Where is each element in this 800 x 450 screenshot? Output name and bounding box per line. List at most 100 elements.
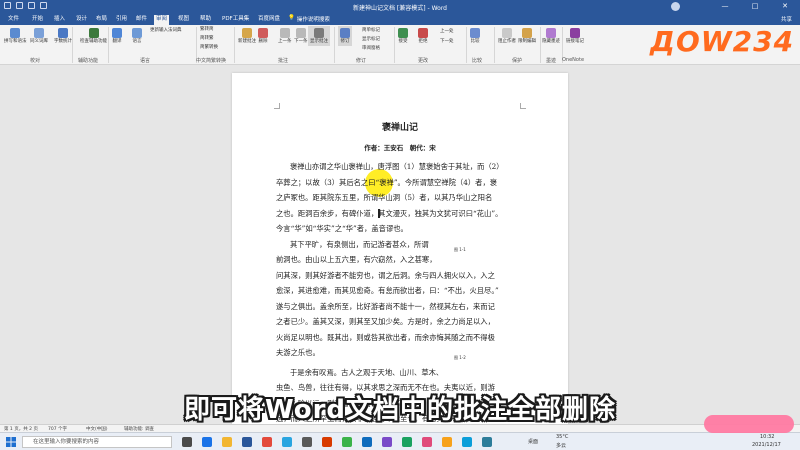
translate-label: 翻译 bbox=[112, 39, 122, 44]
tab-insert[interactable]: 插入 bbox=[52, 15, 67, 25]
ribbon-separator bbox=[466, 27, 467, 63]
language-button[interactable]: 语言 bbox=[132, 28, 142, 44]
tab-pdf-tools[interactable]: PDF工具集 bbox=[220, 15, 251, 25]
tell-me-search[interactable]: 💡 操作说明搜索 bbox=[288, 15, 330, 23]
tab-references[interactable]: 引用 bbox=[114, 15, 129, 25]
app-icon[interactable] bbox=[462, 437, 472, 447]
next-change-button[interactable]: 下一处 bbox=[440, 39, 454, 44]
text-line: 褒禅山亦谓之华山褒禅山，唐浮图（1）慧褒始舍于其址，而（2） bbox=[290, 162, 504, 171]
previous-comment-icon bbox=[279, 28, 290, 38]
app-icon[interactable] bbox=[482, 437, 492, 447]
text-line: 于是余有叹焉。古人之观于天地、山川、草木、 bbox=[290, 367, 444, 377]
delete-comment-button[interactable]: 删除 bbox=[258, 28, 268, 44]
trad-to-simp-button[interactable]: 繁转简 bbox=[200, 27, 214, 32]
delete-comment-label: 删除 bbox=[258, 39, 268, 44]
ribbon-separator bbox=[234, 27, 235, 63]
tab-layout[interactable]: 布局 bbox=[94, 15, 109, 25]
right-margin-area bbox=[568, 65, 800, 439]
track-changes-label: 修订 bbox=[340, 39, 350, 44]
new-comment-button[interactable]: 新建批注 bbox=[238, 28, 256, 44]
tab-home[interactable]: 开始 bbox=[30, 15, 45, 25]
minimize-button[interactable]: — bbox=[710, 0, 740, 13]
linked-notes-button[interactable]: 链接笔记 bbox=[566, 28, 584, 44]
block-authors-button[interactable]: 阻止作者 bbox=[498, 28, 516, 44]
previous-comment-button[interactable]: 上一条 bbox=[278, 28, 292, 44]
app-icon[interactable] bbox=[402, 437, 412, 447]
tab-help[interactable]: 帮助 bbox=[198, 15, 213, 25]
hide-ink-button[interactable]: 隐藏墨迹 bbox=[542, 28, 560, 44]
document-page[interactable]: 褒禅山记 作者：王安石 朝代：宋 褒禅山亦谓之华山褒禅山，唐浮图（1）慧褒始舍于… bbox=[232, 73, 568, 439]
accept-icon bbox=[398, 28, 408, 38]
app-icon[interactable] bbox=[282, 437, 292, 447]
next-comment-button[interactable]: 下一条 bbox=[294, 28, 308, 44]
user-avatar[interactable] bbox=[671, 2, 680, 11]
windows-start-icon[interactable] bbox=[6, 437, 16, 447]
update-ime-dictionary-button[interactable]: 更新输入法词典 bbox=[150, 28, 182, 33]
word-taskbar-icon[interactable] bbox=[242, 437, 252, 447]
tab-design[interactable]: 设计 bbox=[74, 15, 89, 25]
block-authors-label: 阻止作者 bbox=[498, 39, 516, 44]
restrict-editing-button[interactable]: 限制编辑 bbox=[518, 28, 536, 44]
taskbar-search-input[interactable]: 在这里输入你要搜索的内容 bbox=[22, 436, 172, 448]
restrict-editing-label: 限制编辑 bbox=[518, 39, 536, 44]
text-line: 今言“华”如“华实”之“华”者，盖音谬也。 bbox=[276, 224, 408, 233]
compare-label: 比较 bbox=[470, 39, 480, 44]
delete-comment-icon bbox=[258, 28, 268, 38]
show-markup-dropdown[interactable]: 显示标记 bbox=[362, 37, 380, 42]
tab-view[interactable]: 视图 bbox=[176, 15, 191, 25]
text-line: 卒葬之；以故（3）其后名之曰“褒禅”。今所谓慧空禅院（4）者，褒 bbox=[276, 177, 498, 187]
share-button[interactable]: 共享 bbox=[781, 15, 792, 23]
simple-markup-dropdown[interactable]: 简单标记 bbox=[362, 28, 380, 33]
show-markup-label: 显示标记 bbox=[362, 37, 380, 42]
clock-time[interactable]: 10:32 bbox=[760, 434, 774, 440]
app-icon[interactable] bbox=[382, 437, 392, 447]
simp-trad-convert-button[interactable]: 简繁转换 bbox=[200, 45, 218, 50]
language-icon bbox=[132, 28, 142, 38]
app-icon[interactable] bbox=[302, 437, 312, 447]
thesaurus-button[interactable]: 同义词库 bbox=[30, 28, 48, 44]
simp-to-trad-button[interactable]: 简转繁 bbox=[200, 36, 214, 41]
show-comments-button[interactable]: 显示批注 bbox=[308, 26, 330, 46]
task-view-icon[interactable] bbox=[182, 437, 192, 447]
word-count-button[interactable]: 字数统计 bbox=[54, 28, 72, 44]
browser-icon[interactable] bbox=[202, 437, 212, 447]
reviewing-pane-dropdown[interactable]: 审阅窗格 bbox=[362, 46, 380, 51]
weather-temp[interactable]: 35°C bbox=[556, 434, 568, 440]
maximize-button[interactable]: □ bbox=[740, 0, 770, 13]
track-changes-button[interactable]: 修订 bbox=[338, 26, 352, 46]
show-comments-label: 显示批注 bbox=[310, 39, 328, 44]
accessibility-label: 检查辅助功能 bbox=[80, 39, 107, 44]
word-count-label: 字数统计 bbox=[54, 39, 72, 44]
tab-file[interactable]: 文件 bbox=[6, 15, 21, 25]
accept-button[interactable]: 接受 bbox=[398, 28, 408, 44]
update-ime-label: 更新输入法词典 bbox=[150, 28, 182, 33]
file-explorer-icon[interactable] bbox=[222, 437, 232, 447]
ribbon-separator bbox=[494, 27, 495, 63]
spelling-grammar-button[interactable]: 拼写和语法 bbox=[4, 28, 27, 44]
previous-change-button[interactable]: 上一处 bbox=[440, 29, 454, 34]
app-icon[interactable] bbox=[442, 437, 452, 447]
text-line: 之庐冢也。距其院东五里，所谓华山洞（5）者，以其乃华山之阳名 bbox=[276, 193, 493, 202]
next-comment-icon bbox=[295, 28, 306, 38]
margin-corner bbox=[520, 103, 526, 109]
app-icon[interactable] bbox=[262, 437, 272, 447]
text-line: 火尚足以明也。既其出，则或咎其欲出者，而余亦悔其随之而不得极 bbox=[276, 332, 495, 342]
compare-button[interactable]: 比较 bbox=[470, 28, 480, 44]
text-line: 之也。距洞百余步，有碑仆道，其文漫灭，独其为文犹可识曰“花山”。 bbox=[276, 208, 503, 218]
app-icon[interactable] bbox=[342, 437, 352, 447]
app-icon[interactable] bbox=[322, 437, 332, 447]
close-button[interactable]: ✕ bbox=[770, 0, 800, 13]
check-accessibility-button[interactable]: 检查辅助功能 bbox=[80, 28, 107, 44]
ribbon-separator bbox=[72, 27, 73, 63]
tab-baidu-netdisk[interactable]: 百度网盘 bbox=[256, 15, 282, 25]
clock-date[interactable]: 2021/12/17 bbox=[752, 442, 781, 448]
app-icon[interactable] bbox=[362, 437, 372, 447]
translate-button[interactable]: 翻译 bbox=[112, 28, 122, 44]
title-bar: 新建神山记文档 [兼容模式] - Word — □ ✕ bbox=[0, 0, 800, 13]
tab-mailings[interactable]: 邮件 bbox=[134, 15, 149, 25]
desktop-label[interactable]: 桌面 bbox=[528, 438, 538, 445]
document-body[interactable]: 褒禅山亦谓之华山褒禅山，唐浮图（1）慧褒始舍于其址，而（2） 卒葬之；以故（3）… bbox=[276, 159, 524, 427]
tab-review[interactable]: 审阅 bbox=[154, 15, 170, 25]
app-icon[interactable] bbox=[422, 437, 432, 447]
reject-button[interactable]: 拒绝 bbox=[418, 28, 428, 44]
